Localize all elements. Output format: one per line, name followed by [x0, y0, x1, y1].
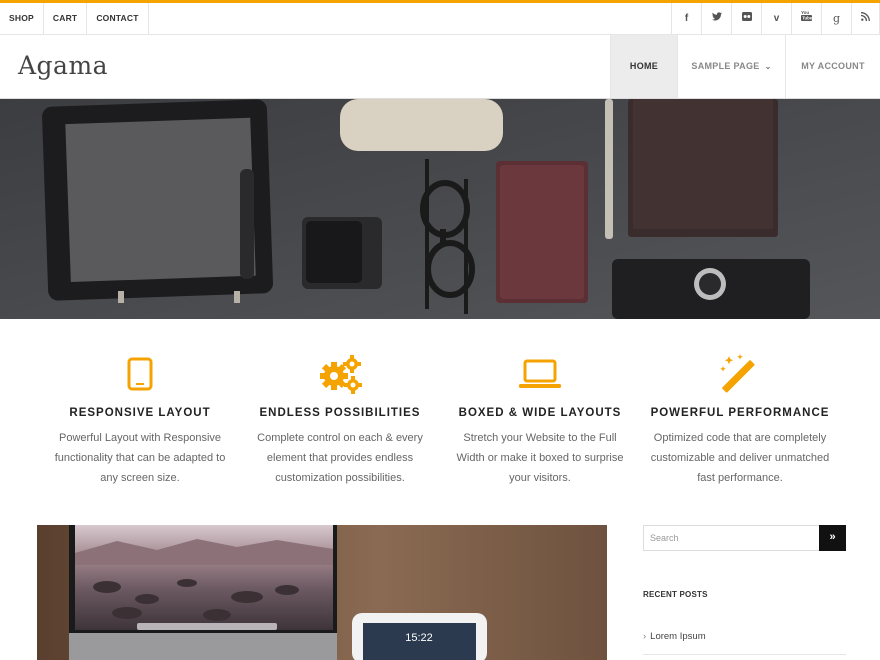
facebook-icon[interactable]: f [671, 3, 701, 35]
search-form: Search » [643, 525, 846, 551]
magic-wand-icon [640, 354, 840, 394]
feature-text: Stretch your Website to the Full Width o… [456, 432, 624, 484]
google-plus-icon[interactable]: g [821, 3, 851, 35]
features-section: RESPONSIVE LAYOUT Powerful Layout with R… [0, 319, 880, 524]
top-nav-shop[interactable]: SHOP [0, 3, 44, 35]
twitter-icon[interactable] [701, 3, 731, 35]
main-nav: HOME SAMPLE PAGE ⌄ MY ACCOUNT [610, 35, 880, 98]
search-input[interactable]: Search [650, 533, 679, 543]
hero-image [0, 99, 880, 319]
recent-post-item[interactable]: › Lorem Ipsum [643, 631, 846, 655]
social-links: f v You Tube g [671, 3, 880, 35]
chevron-right-icon: › [643, 631, 647, 642]
feature-endless: ENDLESS POSSIBILITIES Complete control o… [240, 319, 440, 524]
laptop-icon [440, 354, 640, 394]
nav-item-my-account[interactable]: MY ACCOUNT [785, 35, 880, 98]
laptop-desk-photo: 15:22 [37, 525, 607, 660]
top-nav-cart[interactable]: CART [44, 3, 88, 35]
nav-item-label: SAMPLE PAGE [691, 61, 760, 71]
flickr-icon[interactable] [731, 3, 761, 35]
nav-item-home[interactable]: HOME [610, 35, 677, 98]
feature-text: Optimized code that are completely custo… [650, 432, 830, 484]
hero-desk-photo [0, 99, 880, 319]
svg-text:You: You [801, 10, 809, 15]
vimeo-icon[interactable]: v [761, 3, 791, 35]
chevron-down-icon: ⌄ [764, 62, 772, 71]
youtube-icon[interactable]: You Tube [791, 3, 821, 35]
gears-icon [240, 354, 440, 394]
feature-title: BOXED & WIDE LAYOUTS [458, 407, 622, 419]
phone-clock: 15:22 [405, 632, 433, 644]
feature-performance: POWERFUL PERFORMANCE Optimized code that… [640, 319, 840, 524]
feature-text: Powerful Layout with Responsive function… [54, 432, 226, 484]
search-button[interactable]: » [819, 525, 846, 551]
top-nav-contact[interactable]: CONTACT [87, 3, 149, 35]
post-featured-image[interactable]: 15:22 [37, 525, 607, 660]
top-bar: SHOP CART CONTACT f v You Tube g [0, 0, 880, 35]
rss-icon[interactable] [851, 3, 880, 35]
recent-post-link[interactable]: Lorem Ipsum [650, 631, 705, 642]
site-header: Agama HOME SAMPLE PAGE ⌄ MY ACCOUNT [0, 35, 880, 99]
feature-text: Complete control on each & every element… [257, 432, 423, 484]
top-nav: SHOP CART CONTACT [0, 3, 149, 35]
recent-posts-title: RECENT POSTS [643, 590, 708, 599]
nav-item-sample-page[interactable]: SAMPLE PAGE ⌄ [677, 35, 785, 98]
svg-text:Tube: Tube [802, 16, 812, 21]
feature-boxed: BOXED & WIDE LAYOUTS Stretch your Websit… [440, 319, 640, 524]
feature-title: RESPONSIVE LAYOUT [69, 407, 211, 419]
feature-responsive: RESPONSIVE LAYOUT Powerful Layout with R… [40, 319, 240, 524]
feature-title: POWERFUL PERFORMANCE [650, 407, 830, 419]
feature-title: ENDLESS POSSIBILITIES [259, 407, 421, 419]
site-logo[interactable]: Agama [18, 51, 108, 80]
tablet-icon [40, 354, 240, 394]
